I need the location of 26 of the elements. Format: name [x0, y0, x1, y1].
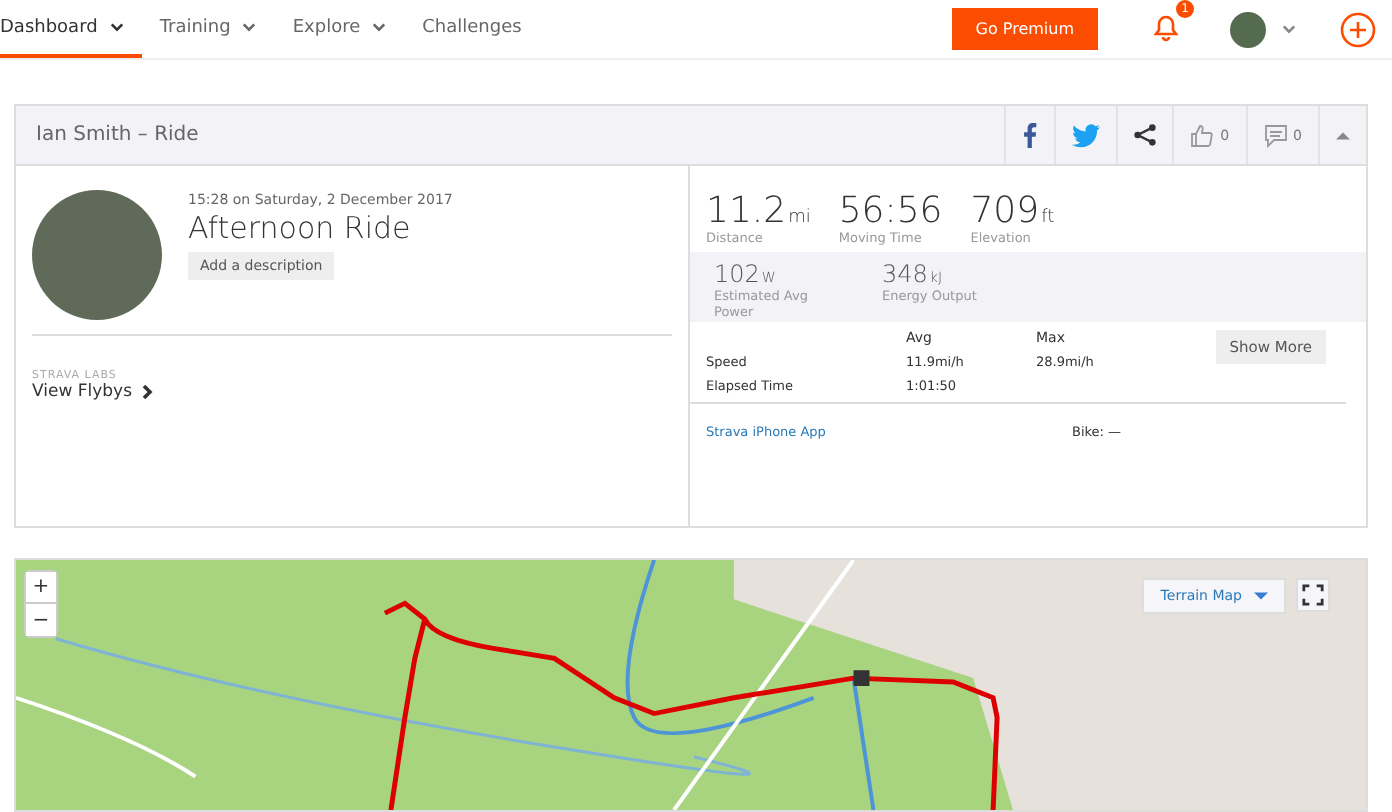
stat-value: 56:56: [838, 194, 943, 230]
fullscreen-button[interactable]: [1296, 578, 1330, 612]
activity-name: Afternoon Ride: [188, 210, 411, 246]
avatar[interactable]: [1230, 11, 1266, 47]
nav-tab[interactable]: Explore: [274, 0, 405, 58]
caret-icon: [1254, 592, 1268, 600]
activity-title: Ian Smith – Ride: [34, 124, 199, 146]
thumbs-up-icon: [1190, 123, 1215, 147]
facebook-icon[interactable]: [1022, 122, 1039, 148]
stat-value: 709 ft: [970, 194, 1055, 230]
nav-tab[interactable]: Dashboard: [0, 0, 142, 58]
share-icon[interactable]: [1134, 124, 1157, 146]
comment-icon: [1263, 123, 1288, 147]
bird-icon[interactable]: [1072, 123, 1101, 147]
add-icon[interactable]: [1340, 11, 1376, 47]
collapse-icon[interactable]: [1336, 130, 1350, 140]
nav-tab[interactable]: Training: [141, 0, 275, 58]
zoom-in-button[interactable]: +: [26, 572, 56, 604]
caret-icon[interactable]: [1282, 24, 1296, 34]
nav-tab[interactable]: Challenges: [404, 0, 540, 58]
bell-icon[interactable]: [1150, 10, 1182, 42]
stat-value: 11.2 mi: [706, 194, 811, 230]
go-premium-button[interactable]: Go Premium: [951, 8, 1098, 50]
chevron-right-icon: [142, 384, 155, 400]
fullscreen-icon: [1302, 584, 1324, 606]
view-flybys-link[interactable]: View Flybys: [32, 382, 672, 402]
